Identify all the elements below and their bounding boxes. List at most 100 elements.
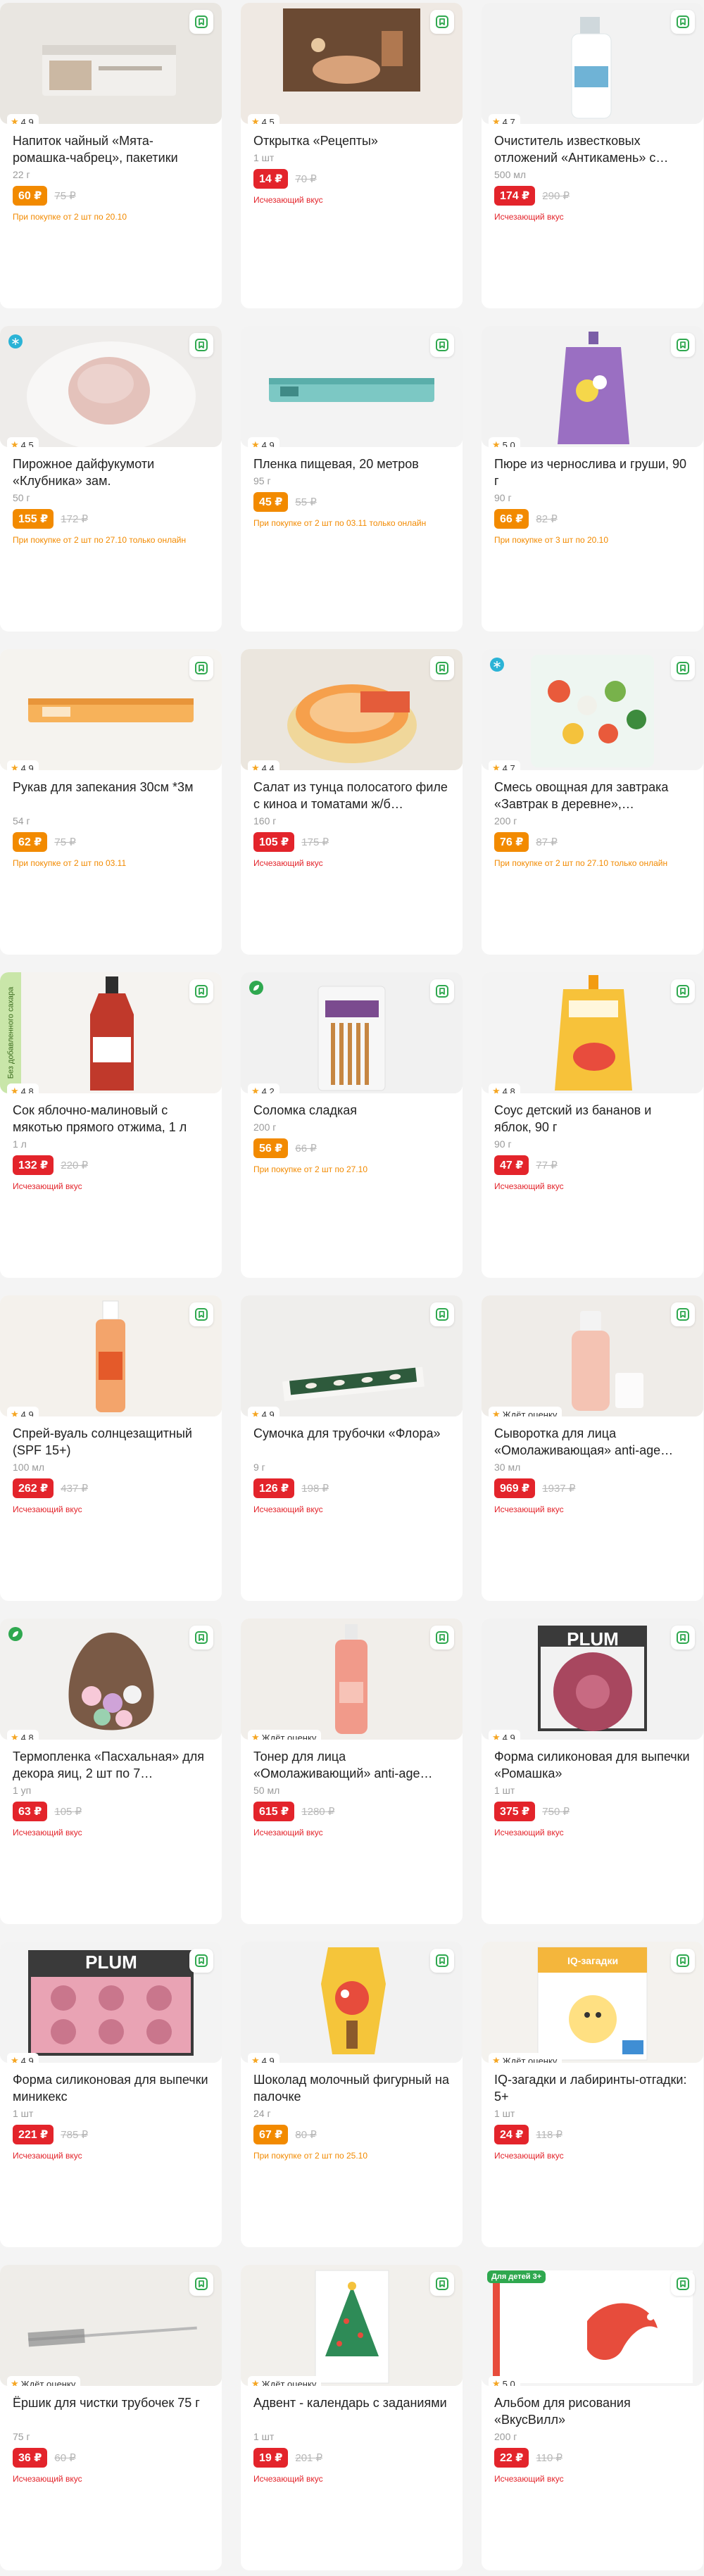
- product-image[interactable]: ★ 4.4: [241, 649, 463, 770]
- product-title[interactable]: Сумочка для трубочки «Флора»: [253, 1425, 450, 1459]
- product-card[interactable]: IQ-загадки ★ Ждёт оценку IQ-загадки и лабир…: [482, 1942, 703, 2247]
- product-image[interactable]: ★ 4.8: [0, 1619, 222, 1740]
- product-image[interactable]: ★ Ждёт оценку: [241, 1619, 463, 1740]
- product-title[interactable]: Напиток чайный «Мята-ромашка-чабрец», па…: [13, 132, 209, 166]
- product-image[interactable]: ★ 4.8: [482, 972, 703, 1093]
- product-image[interactable]: ★ 4.5: [0, 326, 222, 447]
- favorite-bookmark-icon[interactable]: [430, 656, 454, 680]
- product-title[interactable]: Спрей-вуаль солнцезащитный (SPF 15+): [13, 1425, 209, 1459]
- favorite-bookmark-icon[interactable]: [671, 333, 695, 357]
- product-card[interactable]: PLUM ★ 4.9 Форма силиконовая для выпечки ми…: [0, 1942, 222, 2247]
- product-card[interactable]: ★ 4.2 Соломка сладкая 200 г 56 ₽ 66 ₽ При поку…: [241, 972, 463, 1278]
- product-image[interactable]: Для детей 3+ ★ 5.0: [482, 2265, 703, 2386]
- product-image[interactable]: ★ 4.7: [482, 3, 703, 124]
- product-card[interactable]: ★ 4.5 Открытка «Рецепты» 1 шт 14 ₽ 70 ₽ Исчеза…: [241, 3, 463, 308]
- product-card[interactable]: Для детей 3+ ★ 5.0 Альбом для рисования «Вк…: [482, 2265, 703, 2570]
- product-image[interactable]: ★ Ждёт оценку: [241, 2265, 463, 2386]
- product-card[interactable]: ★ 4.5 Пирожное дайфукумоти «Клубника» зам.…: [0, 326, 222, 632]
- rating-badge: ★ 4.8: [7, 1083, 39, 1093]
- product-image[interactable]: PLUM ★ 4.9: [482, 1619, 703, 1740]
- favorite-bookmark-icon[interactable]: [671, 10, 695, 34]
- product-image[interactable]: ★ 4.9: [241, 1942, 463, 2063]
- product-image[interactable]: ★ 4.5: [241, 3, 463, 124]
- product-image[interactable]: IQ-загадки ★ Ждёт оценку: [482, 1942, 703, 2063]
- product-title[interactable]: Пленка пищевая, 20 метров: [253, 455, 450, 472]
- product-card[interactable]: ★ 4.9 Пленка пищевая, 20 метров 95 г 45 ₽ 55 …: [241, 326, 463, 632]
- favorite-bookmark-icon[interactable]: [430, 2272, 454, 2296]
- product-image[interactable]: ★ 4.9: [0, 649, 222, 770]
- favorite-bookmark-icon[interactable]: [430, 1626, 454, 1650]
- product-image[interactable]: ★ 5.0: [482, 326, 703, 447]
- product-image[interactable]: Без добавленного сахара ★ 4.8: [0, 972, 222, 1093]
- product-title[interactable]: Соломка сладкая: [253, 1102, 450, 1119]
- favorite-bookmark-icon[interactable]: [430, 333, 454, 357]
- product-card[interactable]: ★ 4.9 Рукав для запекания 30см *3м 54 г 62 ₽…: [0, 649, 222, 955]
- product-image[interactable]: ★ 4.9: [0, 3, 222, 124]
- favorite-bookmark-icon[interactable]: [189, 979, 213, 1003]
- product-card[interactable]: ★ Ждёт оценку Тонер для лица «Омолаживающи…: [241, 1619, 463, 1924]
- product-title[interactable]: Тонер для лица «Омолаживающий» anti-age…: [253, 1748, 450, 1782]
- old-price: 220 ₽: [61, 1160, 89, 1171]
- product-card[interactable]: ★ Ждёт оценку Адвент - календарь с задания…: [241, 2265, 463, 2570]
- product-title[interactable]: Термопленка «Пасхальная» для декора яиц,…: [13, 1748, 209, 1782]
- product-card[interactable]: ★ 4.4 Салат из тунца полосатого филе с кин…: [241, 649, 463, 955]
- favorite-bookmark-icon[interactable]: [189, 656, 213, 680]
- product-image[interactable]: ★ 4.2: [241, 972, 463, 1093]
- product-card[interactable]: PLUM ★ 4.9 Форма силиконовая для выпечки «Р…: [482, 1619, 703, 1924]
- product-card[interactable]: ★ 4.9 Сумочка для трубочки «Флора» 9 г 126 ₽…: [241, 1295, 463, 1601]
- product-title[interactable]: Соус детский из бананов и яблок, 90 г: [494, 1102, 691, 1136]
- product-image[interactable]: ★ 4.7: [482, 649, 703, 770]
- product-title[interactable]: Ёршик для чистки трубочек 75 г: [13, 2394, 209, 2428]
- product-title[interactable]: Пюре из чернослива и груши, 90 г: [494, 455, 691, 489]
- product-card[interactable]: ★ 4.8 Термопленка «Пасхальная» для декора …: [0, 1619, 222, 1924]
- product-title[interactable]: Адвент - календарь с заданиями: [253, 2394, 450, 2428]
- product-image[interactable]: ★ 4.9: [241, 326, 463, 447]
- star-icon: ★: [11, 439, 19, 447]
- favorite-bookmark-icon[interactable]: [671, 1626, 695, 1650]
- product-title[interactable]: Сыворотка для лица «Омолаживающая» anti-…: [494, 1425, 691, 1459]
- product-title[interactable]: Альбом для рисования «ВкусВилл»: [494, 2394, 691, 2428]
- product-title[interactable]: Открытка «Рецепты»: [253, 132, 450, 149]
- current-price: 969 ₽: [494, 1478, 536, 1498]
- product-card[interactable]: Без добавленного сахара ★ 4.8 Сок яблочно-м…: [0, 972, 222, 1278]
- favorite-bookmark-icon[interactable]: [671, 2272, 695, 2296]
- product-image[interactable]: PLUM ★ 4.9: [0, 1942, 222, 2063]
- product-title[interactable]: IQ-загадки и лабиринты-отгадки: 5+: [494, 2071, 691, 2105]
- product-card[interactable]: ★ 4.7 Смесь овощная для завтрака «Завтрак …: [482, 649, 703, 955]
- favorite-bookmark-icon[interactable]: [189, 10, 213, 34]
- product-title[interactable]: Сок яблочно-малиновый с мякотью прямого …: [13, 1102, 209, 1136]
- favorite-bookmark-icon[interactable]: [671, 1949, 695, 1973]
- favorite-bookmark-icon[interactable]: [671, 979, 695, 1003]
- product-title[interactable]: Салат из тунца полосатого филе с киноа и…: [253, 779, 450, 812]
- product-title[interactable]: Рукав для запекания 30см *3м: [13, 779, 209, 812]
- favorite-bookmark-icon[interactable]: [189, 1302, 213, 1326]
- favorite-bookmark-icon[interactable]: [430, 979, 454, 1003]
- product-image[interactable]: ★ Ждёт оценку: [0, 2265, 222, 2386]
- product-card[interactable]: ★ 4.9 Шоколад молочный фигурный на палочке…: [241, 1942, 463, 2247]
- product-title[interactable]: Смесь овощная для завтрака «Завтрак в де…: [494, 779, 691, 812]
- favorite-bookmark-icon[interactable]: [189, 2272, 213, 2296]
- favorite-bookmark-icon[interactable]: [189, 333, 213, 357]
- product-card[interactable]: ★ 4.9 Спрей-вуаль солнцезащитный (SPF 15+)…: [0, 1295, 222, 1601]
- product-title[interactable]: Форма силиконовая для выпечки миникекс: [13, 2071, 209, 2105]
- product-card[interactable]: ★ Ждёт оценку Ёршик для чистки трубочек 75…: [0, 2265, 222, 2570]
- product-card[interactable]: ★ Ждёт оценку Сыворотка для лица «Омолажив…: [482, 1295, 703, 1601]
- favorite-bookmark-icon[interactable]: [430, 1949, 454, 1973]
- product-title[interactable]: Форма силиконовая для выпечки «Ромашка»: [494, 1748, 691, 1782]
- product-card[interactable]: ★ 5.0 Пюре из чернослива и груши, 90 г 90 г…: [482, 326, 703, 632]
- product-image[interactable]: ★ 4.9: [0, 1295, 222, 1416]
- favorite-bookmark-icon[interactable]: [189, 1949, 213, 1973]
- favorite-bookmark-icon[interactable]: [671, 656, 695, 680]
- product-image[interactable]: ★ 4.9: [241, 1295, 463, 1416]
- product-image[interactable]: ★ Ждёт оценку: [482, 1295, 703, 1416]
- product-title[interactable]: Шоколад молочный фигурный на палочке: [253, 2071, 450, 2105]
- product-card[interactable]: ★ 4.9 Напиток чайный «Мята-ромашка-чабрец»…: [0, 3, 222, 308]
- favorite-bookmark-icon[interactable]: [671, 1302, 695, 1326]
- product-title[interactable]: Пирожное дайфукумоти «Клубника» зам.: [13, 455, 209, 489]
- favorite-bookmark-icon[interactable]: [430, 10, 454, 34]
- product-card[interactable]: ★ 4.7 Очиститель известковых отложений «Ан…: [482, 3, 703, 308]
- favorite-bookmark-icon[interactable]: [430, 1302, 454, 1326]
- product-card[interactable]: ★ 4.8 Соус детский из бананов и яблок, 90 …: [482, 972, 703, 1278]
- product-title[interactable]: Очиститель известковых отложений «Антика…: [494, 132, 691, 166]
- favorite-bookmark-icon[interactable]: [189, 1626, 213, 1650]
